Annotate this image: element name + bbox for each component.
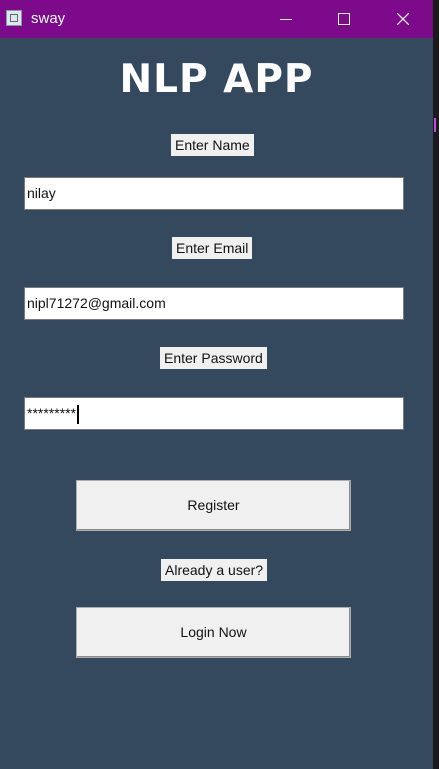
minimize-icon <box>280 19 292 20</box>
minimize-button[interactable] <box>263 0 309 38</box>
name-input[interactable]: nilay <box>24 177 404 210</box>
background-window-edge <box>433 0 439 769</box>
password-input[interactable]: ********* <box>24 397 404 430</box>
maximize-button[interactable] <box>321 0 367 38</box>
background-accent-mark <box>434 118 436 132</box>
title-bar[interactable]: sway <box>0 0 433 38</box>
email-input[interactable]: nipl71272@gmail.com <box>24 287 404 320</box>
maximize-icon <box>338 13 350 25</box>
name-label: Enter Name <box>171 134 254 156</box>
login-now-button[interactable]: Login Now <box>76 607 351 658</box>
close-button[interactable] <box>380 0 426 38</box>
password-label: Enter Password <box>160 347 267 369</box>
close-icon <box>397 13 409 25</box>
already-user-label: Already a user? <box>161 559 268 581</box>
window-title: sway <box>31 10 66 27</box>
password-masked-value: ********* <box>27 405 77 421</box>
app-icon <box>6 10 22 26</box>
register-button[interactable]: Register <box>76 480 351 531</box>
text-caret <box>77 404 80 424</box>
app-window: sway NLP APP Enter Name nilay Enter Emai… <box>0 0 433 769</box>
app-heading: NLP APP <box>119 57 314 102</box>
email-label: Enter Email <box>172 237 253 259</box>
